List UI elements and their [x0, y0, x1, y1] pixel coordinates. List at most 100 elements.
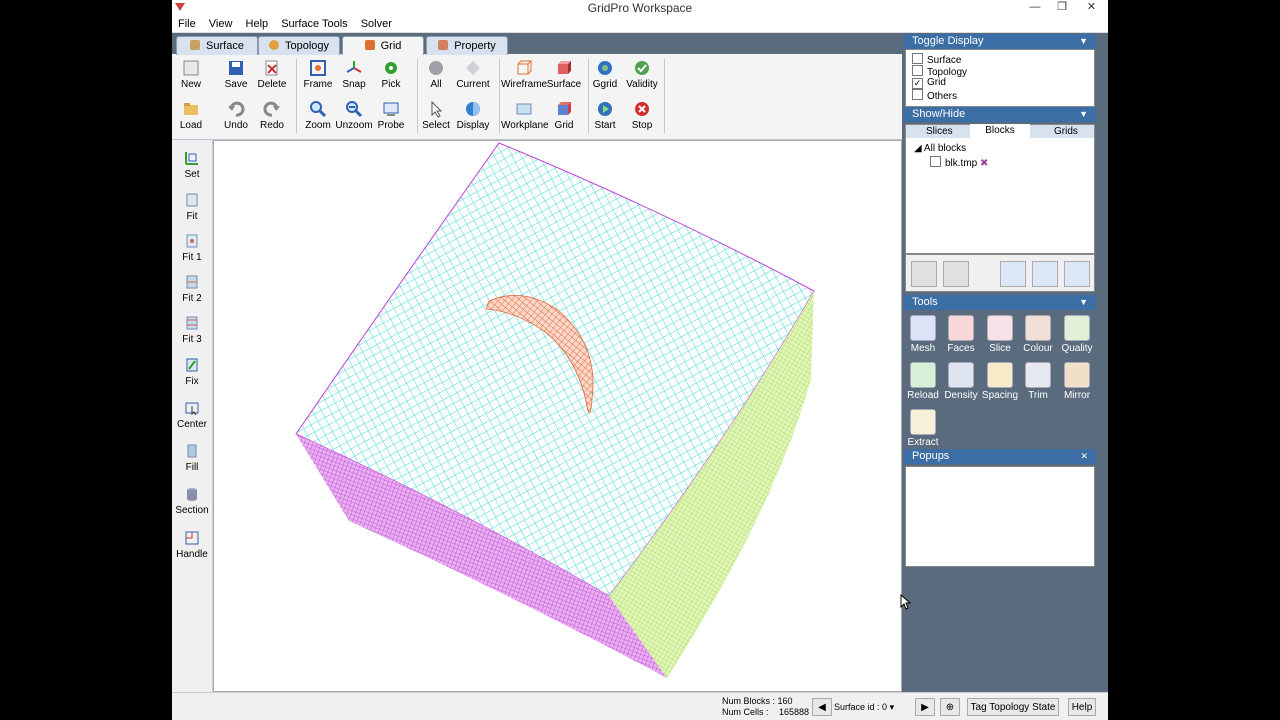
fit-button[interactable]: Fit [172, 192, 212, 222]
tab-blocks[interactable]: Blocks [970, 124, 1030, 138]
center-button[interactable]: Center [172, 400, 212, 430]
menu-help[interactable]: Help [246, 16, 269, 32]
delete-button[interactable]: Delete [249, 59, 295, 90]
next-surface-button[interactable]: ▶ [915, 698, 935, 716]
tool-extract[interactable]: Extract [904, 409, 942, 448]
checkbox-blk[interactable] [930, 156, 941, 167]
surface-button[interactable]: Surface [541, 59, 587, 90]
checkbox-grid[interactable]: ✓ [912, 78, 923, 89]
tag-topology-state-select[interactable]: Tag Topology State ▾ [967, 698, 1059, 716]
remove-icon[interactable]: ✖ [980, 158, 988, 169]
validity-button[interactable]: Validity [619, 59, 665, 90]
tab-grid[interactable]: Grid [342, 36, 424, 55]
display-button[interactable]: Display [450, 100, 496, 131]
checkbox-surface[interactable] [912, 53, 923, 64]
load-label: Load [179, 120, 203, 131]
ribbon: Surface Topology Grid Property New Save … [172, 33, 902, 140]
load-button[interactable]: Load [172, 100, 214, 131]
prev-surface-button[interactable]: ◀ [812, 698, 832, 716]
stop-button[interactable]: Stop [619, 100, 665, 131]
show-hide-header[interactable]: Show/Hide ▼ [904, 107, 1096, 122]
load-icon [184, 103, 198, 115]
fix-button[interactable]: Fix [172, 357, 212, 387]
blocks-all-button[interactable] [1000, 261, 1026, 287]
tool-faces[interactable]: Faces [942, 315, 980, 354]
frame-icon [310, 60, 326, 76]
toggle-display-header[interactable]: Toggle Display ▼ [904, 34, 1096, 49]
stop-icon [635, 102, 649, 116]
current-button[interactable]: Current [450, 59, 496, 90]
toggle-display-panel: Surface Topology ✓ Grid Others [905, 49, 1095, 107]
show-hide-panel: Slices Blocks Grids ◢ All blocks blk.tmp… [905, 124, 1095, 254]
minimize-button[interactable]: — [1022, 0, 1048, 16]
pick-button[interactable]: Pick [368, 59, 414, 90]
collapse-arrow-icon[interactable]: ▼ [1079, 295, 1088, 310]
new-button[interactable]: New [172, 59, 214, 90]
tool-colour[interactable]: Colour [1019, 315, 1057, 354]
tool-spacing[interactable]: Spacing [981, 362, 1019, 401]
fill-button[interactable]: Fill [172, 443, 212, 473]
surface-id-value[interactable]: 0 [882, 702, 887, 712]
menu-surface-tools[interactable]: Surface Tools [281, 16, 347, 32]
section-icon [187, 488, 197, 501]
toggle-others[interactable]: Others [912, 89, 957, 102]
new-label: New [180, 79, 201, 90]
reload-label: Reload [907, 390, 939, 401]
tool-density[interactable]: Density [942, 362, 980, 401]
tab-slices[interactable]: Slices [926, 126, 953, 137]
tab-surface[interactable]: Surface [176, 36, 258, 55]
tab-grids[interactable]: Grids [1054, 126, 1078, 137]
tool-slice[interactable]: Slice [981, 315, 1019, 354]
close-icon[interactable]: ✕ [1080, 449, 1088, 464]
redo-label: Redo [260, 120, 284, 131]
tree-all-blocks[interactable]: ◢ All blocks [914, 143, 966, 154]
fit-2-button[interactable]: Fit 2 [172, 274, 212, 304]
tree-item-blk[interactable]: blk.tmp ✖ [930, 156, 988, 169]
collapse-arrow-icon[interactable]: ▼ [1079, 34, 1088, 49]
help-button[interactable]: Help [1068, 698, 1096, 716]
menu-solver[interactable]: Solver [361, 16, 392, 32]
handle-button[interactable]: Handle [172, 530, 212, 560]
tool-mesh[interactable]: Mesh [904, 315, 942, 354]
tab-surface-label: Surface [206, 40, 244, 52]
workplane-icon [516, 103, 532, 115]
collapse-arrow-icon[interactable]: ▼ [1079, 107, 1088, 122]
checkbox-topology[interactable] [912, 65, 923, 76]
fit-3-button[interactable]: Fit 3 [172, 315, 212, 345]
tool-reload[interactable]: Reload [904, 362, 942, 401]
show-hide-tabs: Slices Blocks Grids [906, 124, 1094, 138]
surface-cube-icon [558, 61, 571, 74]
toggle-grid[interactable]: ✓ Grid [912, 77, 946, 89]
blocks-invert-button[interactable] [1064, 261, 1090, 287]
blocks-one-button[interactable] [1032, 261, 1058, 287]
set-button[interactable]: Set [172, 150, 212, 180]
probe-label: Probe [377, 120, 405, 131]
tool-mirror[interactable]: Mirror [1058, 362, 1096, 401]
tool-quality[interactable]: Quality [1058, 315, 1096, 354]
checkbox-others[interactable] [912, 89, 923, 100]
handle-label: Handle [176, 549, 208, 560]
section-button[interactable]: Section [172, 486, 212, 516]
menu-file[interactable]: File [178, 16, 196, 32]
menu-view[interactable]: View [209, 16, 233, 32]
num-blocks-label: Num Blocks : [722, 696, 776, 706]
quality-chart-icon [1064, 315, 1090, 341]
grid-button[interactable]: Grid [541, 100, 587, 131]
restore-button[interactable]: ❐ [1049, 0, 1075, 16]
show-button[interactable] [943, 261, 969, 287]
3d-viewport[interactable] [213, 140, 902, 692]
tools-header[interactable]: Tools ▼ [904, 295, 1096, 310]
redo-button[interactable]: Redo [249, 100, 295, 131]
fit-1-button[interactable]: Fit 1 [172, 233, 212, 263]
tool-trim[interactable]: Trim [1019, 362, 1057, 401]
close-button[interactable]: ✕ [1075, 0, 1108, 16]
surface-id: Surface id : 0 ▾ [834, 702, 895, 712]
current-label: Current [456, 79, 490, 90]
probe-button[interactable]: Probe [368, 100, 414, 131]
display-label: Display [456, 120, 490, 131]
tab-property[interactable]: Property [426, 36, 508, 55]
validity-label: Validity [626, 79, 658, 90]
hide-button[interactable] [911, 261, 937, 287]
tab-topology[interactable]: Topology [258, 36, 340, 55]
target-icon[interactable]: ⊕ [940, 698, 960, 716]
